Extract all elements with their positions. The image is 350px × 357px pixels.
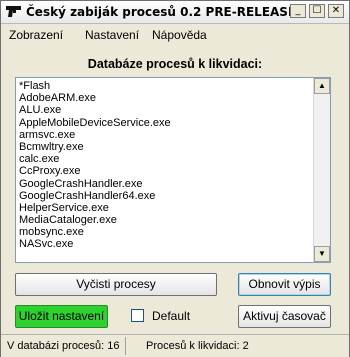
- list-item[interactable]: *Flash: [19, 80, 311, 92]
- minimize-button[interactable]: _: [290, 4, 306, 18]
- pistol-icon: [6, 6, 21, 17]
- clear-processes-button[interactable]: Vyčisti procesy: [15, 273, 217, 296]
- list-item[interactable]: ALU.exe: [19, 104, 311, 116]
- list-item[interactable]: calc.exe: [19, 153, 311, 165]
- arrow-down-icon[interactable]: ▼: [314, 246, 330, 262]
- list-item[interactable]: Bcmwltry.exe: [19, 141, 311, 153]
- maximize-icon: ☐: [312, 5, 322, 16]
- main-window: Český zabiják procesů 0.2 PRE-RELEASE _ …: [0, 0, 350, 357]
- maximize-button[interactable]: ☐: [309, 4, 325, 18]
- list-item[interactable]: GoogleCrashHandler.exe: [19, 178, 311, 190]
- menu-item-nastaveni[interactable]: Nastavení: [85, 28, 139, 42]
- list-item[interactable]: armsvc.exe: [19, 129, 311, 141]
- list-item[interactable]: CcProxy.exe: [19, 165, 311, 177]
- menu-item-napoveda[interactable]: Nápověda: [152, 28, 207, 42]
- menu-item-zobrazeni[interactable]: Zobrazení: [9, 28, 63, 42]
- menu-bar: Zobrazení Nastavení Nápověda: [1, 24, 349, 46]
- list-item[interactable]: AppleMobileDeviceService.exe: [19, 117, 311, 129]
- window-title: Český zabiják procesů 0.2 PRE-RELEASE: [26, 5, 297, 19]
- status-db-count: V databázi procesů: 16: [7, 340, 120, 352]
- default-checkbox-label: Default: [152, 309, 191, 323]
- activate-timer-button[interactable]: Aktivuj časovač: [238, 305, 331, 328]
- save-settings-button[interactable]: Uložit nastavení: [15, 305, 108, 328]
- default-checkbox[interactable]: [131, 309, 144, 322]
- close-button[interactable]: ✕: [328, 4, 344, 18]
- status-divider: [125, 337, 126, 355]
- list-item[interactable]: AdobeARM.exe: [19, 92, 311, 104]
- close-icon: ✕: [331, 5, 341, 16]
- status-kill-count: Procesů k likvidaci: 2: [146, 340, 249, 352]
- list-item[interactable]: mobsync.exe: [19, 226, 311, 238]
- arrow-up-icon[interactable]: ▲: [314, 78, 330, 94]
- list-item[interactable]: MediaCataloger.exe: [19, 214, 311, 226]
- list-item[interactable]: NASvc.exe: [19, 238, 311, 250]
- list-item[interactable]: HelperService.exe: [19, 202, 311, 214]
- vertical-scrollbar[interactable]: ▲ ▼: [313, 78, 330, 262]
- process-database-title: Databáze procesů k likvidaci:: [87, 57, 263, 71]
- minimize-icon: _: [295, 5, 301, 16]
- status-bar: V databázi procesů: 16 Procesů k likvida…: [1, 334, 349, 357]
- title-bar[interactable]: Český zabiják procesů 0.2 PRE-RELEASE _ …: [1, 1, 349, 24]
- list-item[interactable]: GoogleCrashHandler64.exe: [19, 190, 311, 202]
- process-list: *Flash AdobeARM.exe ALU.exe AppleMobileD…: [19, 80, 311, 251]
- refresh-list-button[interactable]: Obnovit výpis: [238, 273, 331, 296]
- process-listbox[interactable]: *Flash AdobeARM.exe ALU.exe AppleMobileD…: [15, 77, 331, 263]
